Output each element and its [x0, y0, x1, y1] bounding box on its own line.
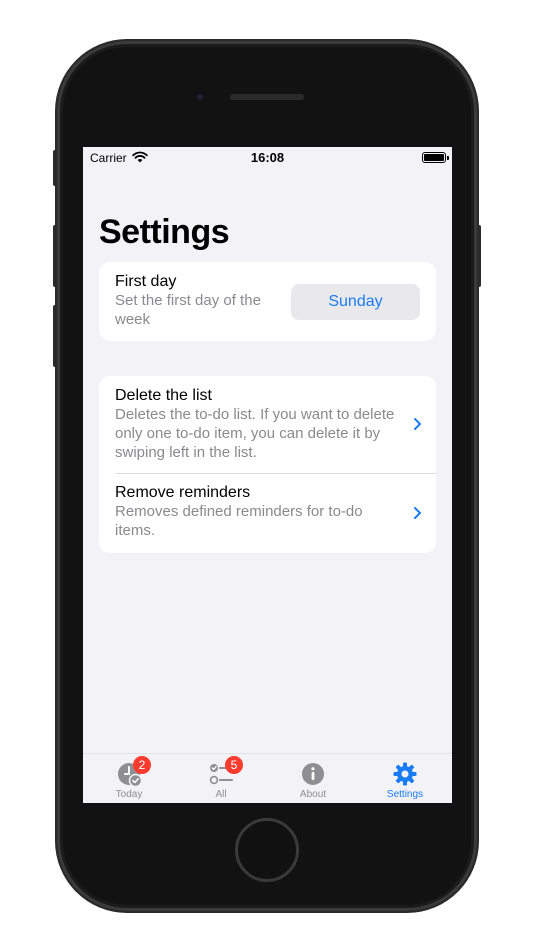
- first-day-title: First day: [115, 273, 177, 290]
- delete-list-subtitle: Deletes the to-do list. If you want to d…: [115, 406, 395, 461]
- today-badge: 2: [133, 756, 151, 774]
- chevron-right-icon: [414, 418, 421, 430]
- remove-reminders-title: Remove reminders: [115, 484, 251, 501]
- tab-about-label: About: [299, 789, 327, 800]
- status-time: 16:08: [250, 150, 285, 165]
- battery-icon: [422, 152, 449, 163]
- remove-reminders-subtitle: Removes defined reminders for to-do item…: [115, 503, 363, 539]
- all-badge: 5: [225, 756, 243, 774]
- page-title: Settings: [99, 213, 230, 251]
- remove-reminders-row[interactable]: Remove reminders Removes defined reminde…: [99, 473, 436, 553]
- home-button[interactable]: [235, 818, 299, 882]
- tab-about[interactable]: About: [267, 754, 359, 803]
- front-camera: [195, 92, 205, 102]
- tab-settings-label: Settings: [386, 789, 424, 800]
- info-icon: [302, 763, 324, 785]
- delete-list-title: Delete the list: [115, 387, 212, 404]
- first-day-picker-button[interactable]: Sunday: [291, 284, 420, 320]
- delete-list-row[interactable]: Delete the list Deletes the to-do list. …: [99, 376, 436, 473]
- tab-today-label: Today: [115, 789, 143, 800]
- first-day-subtitle: Set the first day of the week: [115, 292, 261, 328]
- actions-card: Delete the list Deletes the to-do list. …: [99, 376, 436, 553]
- screen: Carrier 16:08 Settings First day Set the…: [83, 147, 452, 803]
- tab-all[interactable]: 5 All: [175, 754, 267, 803]
- earpiece-speaker: [230, 94, 304, 100]
- chevron-right-icon: [414, 507, 421, 519]
- tab-today[interactable]: 2 Today: [83, 754, 175, 803]
- tab-settings[interactable]: Settings: [359, 754, 451, 803]
- first-day-text: First day Set the first day of the week: [115, 272, 265, 329]
- first-day-card: First day Set the first day of the week …: [99, 262, 436, 341]
- tab-bar: 2 Today 5 All About Settings: [83, 753, 452, 803]
- gear-icon: [393, 762, 417, 786]
- tab-all-label: All: [215, 789, 227, 800]
- status-bar: Carrier 16:08: [83, 147, 452, 169]
